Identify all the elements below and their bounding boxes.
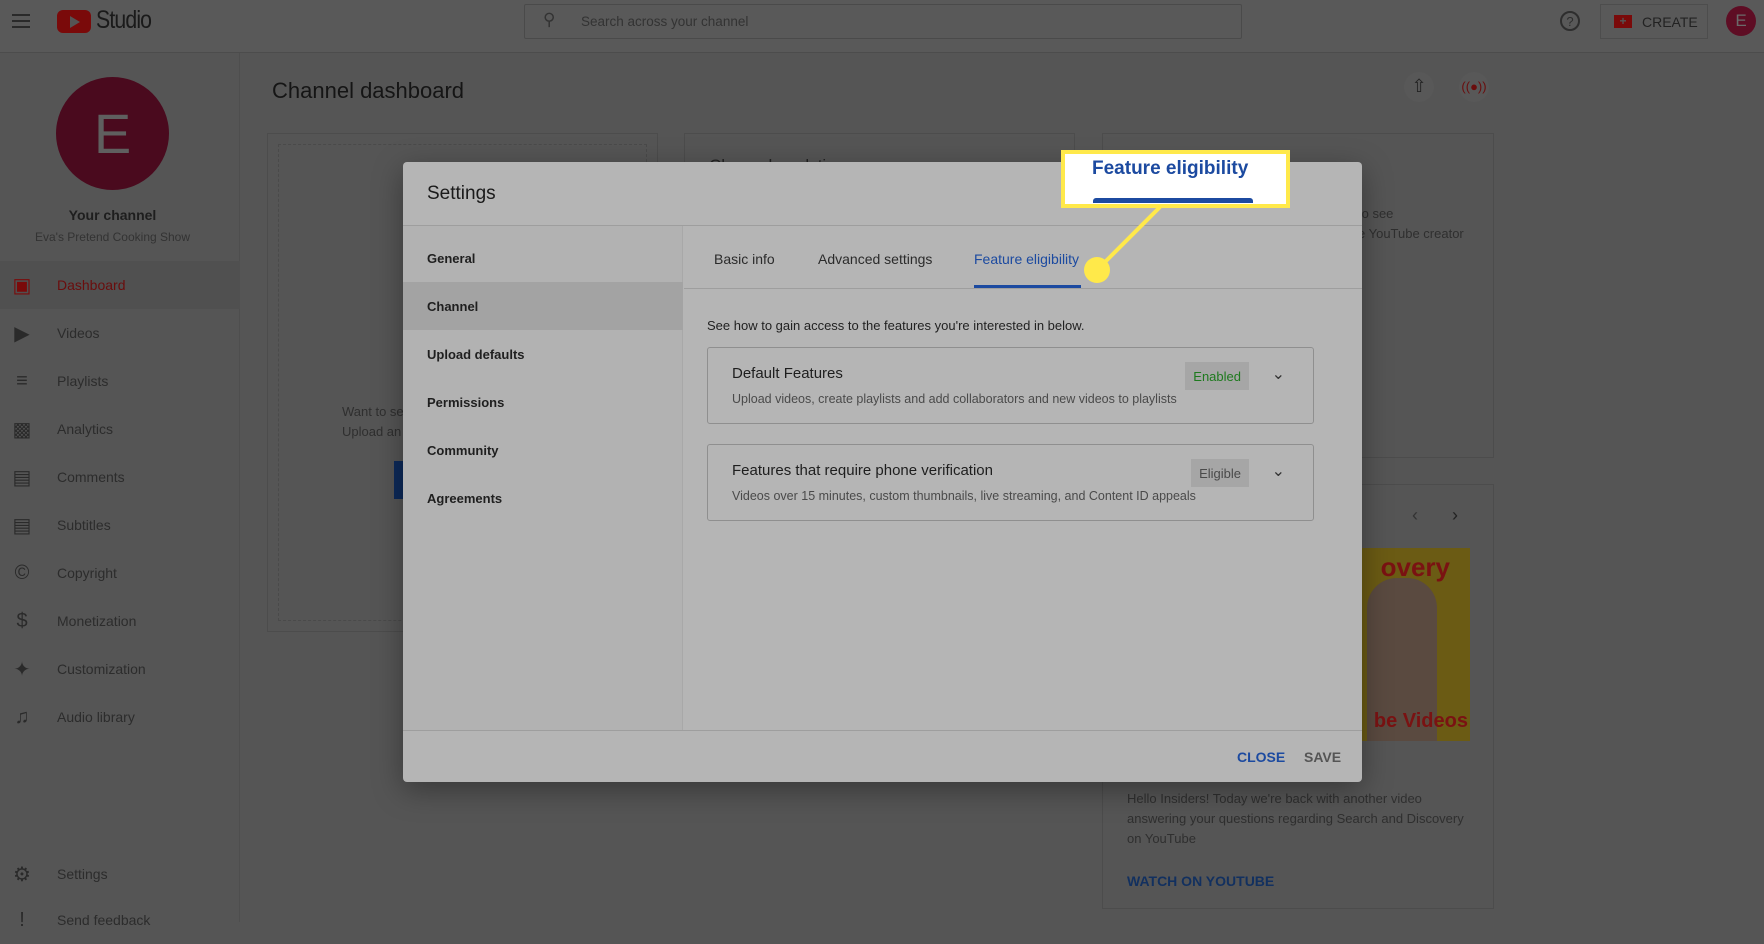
callout-dot: [1084, 257, 1110, 283]
callout-underline: [1093, 198, 1253, 203]
callout-label: Feature eligibility: [1092, 158, 1249, 179]
callout-connector: [1084, 205, 1162, 283]
callout-box: Feature eligibility: [1061, 150, 1290, 208]
